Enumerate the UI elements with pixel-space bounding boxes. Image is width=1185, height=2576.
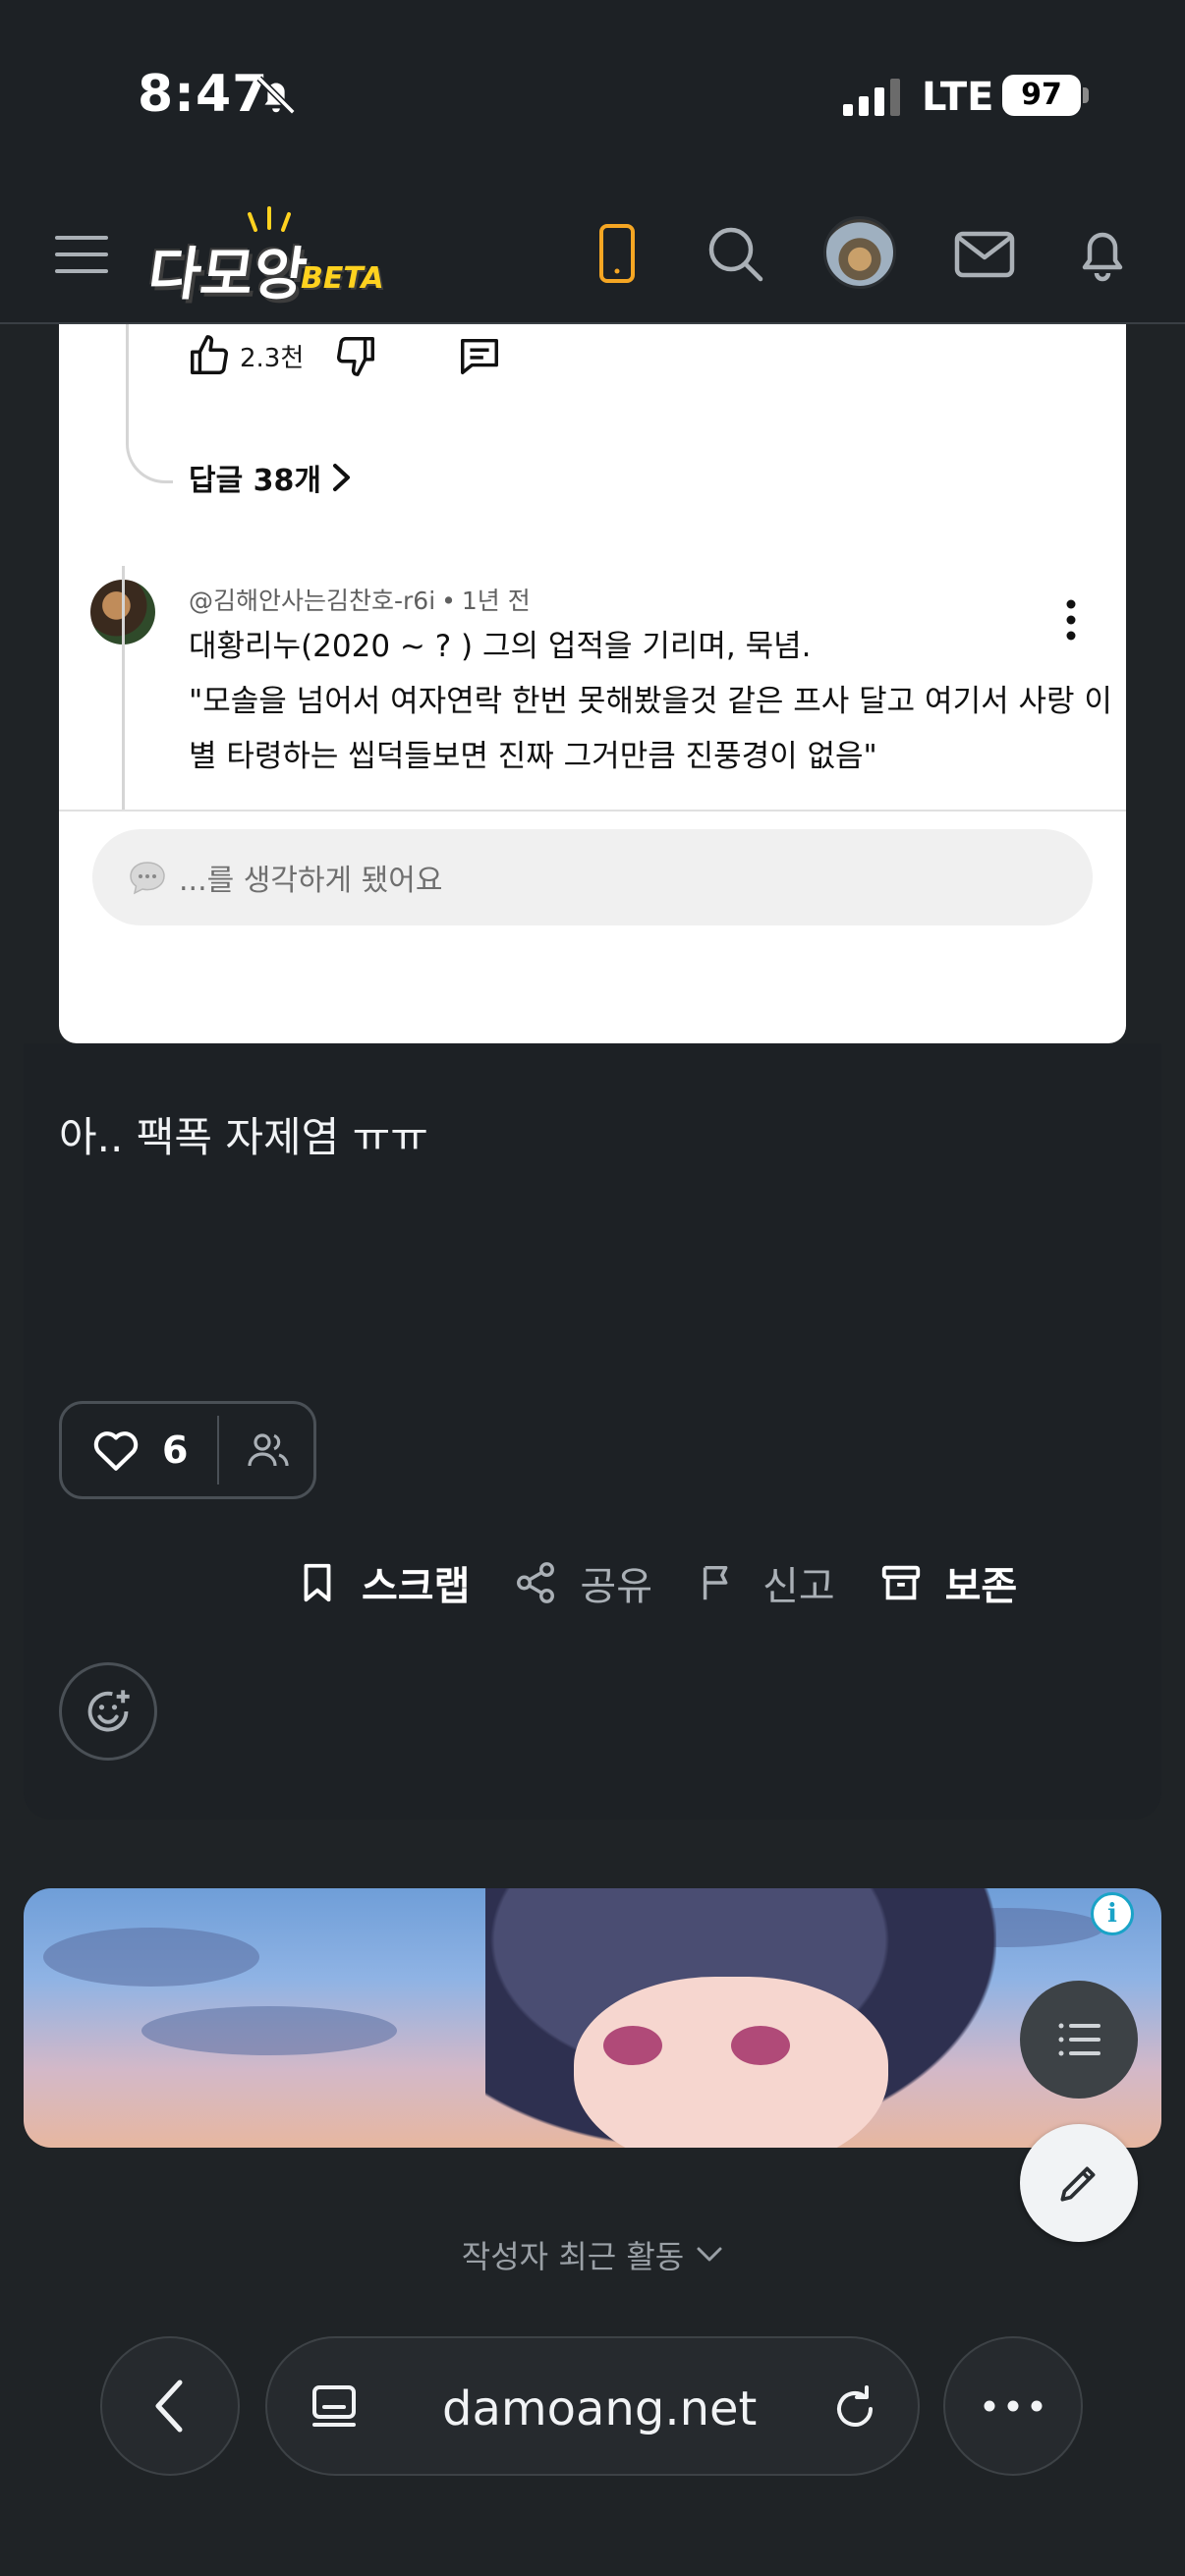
- battery-nub: [1083, 87, 1089, 103]
- share-icon: [517, 1562, 555, 1603]
- ad-cloud: [43, 1928, 259, 1987]
- advertisement-banner[interactable]: [24, 1888, 1161, 2148]
- author-activity-toggle[interactable]: 작성자 최근 활동: [0, 2232, 1185, 2277]
- logo-text: 다모앙: [143, 241, 311, 308]
- search-icon[interactable]: [704, 222, 766, 285]
- heart-icon[interactable]: [91, 1426, 141, 1475]
- scrap-button[interactable]: 스크랩: [295, 1554, 470, 1611]
- more-horizontal-icon: [984, 2400, 1043, 2412]
- embedded-comments-card: 2.3천 답글 38개 @김해안사는김찬호-r6i • 1년 전 대황리누(2020…: [59, 324, 1126, 1043]
- replies-label: 답글 38개: [189, 464, 321, 498]
- flag-icon: [703, 1565, 728, 1600]
- share-label: 공유: [580, 1564, 653, 1609]
- post-body-text: 아.. 팩폭 자제염 ㅠㅠ: [59, 1113, 428, 1161]
- smiley-plus-icon: [87, 1690, 130, 1732]
- chevron-left-icon: [155, 2380, 183, 2433]
- logo-badge: BETA: [301, 261, 384, 296]
- comment-actions: 2.3천: [187, 326, 502, 385]
- network-type: LTE: [922, 75, 994, 120]
- meta-separator: •: [441, 587, 456, 615]
- reply-thread-line: [126, 324, 173, 483]
- page-menu-icon[interactable]: [309, 2381, 364, 2436]
- comment-line: "모솔을 넘어서 여자연락 한번 못해봤을것 같은 프사 달고 여기서 사랑 이…: [189, 684, 1112, 774]
- likers-list-icon[interactable]: [245, 1427, 292, 1474]
- status-bar: 8:47 LTE 97: [0, 0, 1185, 187]
- reload-icon[interactable]: [827, 2381, 882, 2436]
- thumbs-up-icon[interactable]: [187, 333, 232, 378]
- comment-meta: @김해안사는김찬호-r6i • 1년 전: [189, 582, 531, 617]
- mobile-view-icon[interactable]: [586, 222, 649, 285]
- comment-time: 1년 전: [461, 587, 531, 615]
- like-widget: 6: [59, 1401, 316, 1499]
- ad-character-eye: [731, 2026, 790, 2065]
- ad-character-eye: [603, 2026, 662, 2065]
- archive-button[interactable]: 보존: [878, 1554, 1018, 1611]
- comment-input-placeholder: ...를 생각하게 됐어요: [179, 864, 443, 898]
- mail-icon[interactable]: [953, 222, 1016, 285]
- browser-more-button[interactable]: [943, 2336, 1083, 2476]
- post-like-count: 6: [162, 1428, 189, 1472]
- hamburger-menu-icon[interactable]: [55, 232, 108, 277]
- add-reaction-button[interactable]: [59, 1662, 157, 1761]
- bell-slash-icon: [256, 76, 296, 115]
- post-action-bar: 스크랩 공유 신고 보존: [295, 1552, 1100, 1613]
- archive-label: 보존: [944, 1564, 1018, 1609]
- pencil-icon: [1060, 2166, 1096, 2202]
- ad-cloud: [141, 2006, 397, 2055]
- report-button[interactable]: 신고: [696, 1554, 835, 1611]
- comment-input[interactable]: ...를 생각하게 됐어요: [92, 829, 1093, 925]
- chevron-right-icon: [333, 464, 350, 491]
- comment-body: 대황리누(2020 ~ ? ) 그의 업적을 기리며, 묵념. "모솔을 넘어서…: [189, 619, 1112, 784]
- comment-like-count: 2.3천: [240, 343, 305, 373]
- battery-level: 97: [1002, 75, 1081, 116]
- reply-comment-icon[interactable]: [457, 333, 502, 378]
- list-view-button[interactable]: [1020, 1981, 1138, 2099]
- scrap-label: 스크랩: [362, 1564, 471, 1609]
- speech-bubble-icon: [130, 862, 165, 895]
- ad-info-icon[interactable]: i: [1091, 1892, 1134, 1935]
- bookmark-icon: [304, 1563, 331, 1602]
- address-bar[interactable]: damoang.net: [265, 2336, 920, 2476]
- comment-line: 대황리누(2020 ~ ? ) 그의 업적을 기리며, 묵념.: [189, 629, 812, 664]
- write-post-button[interactable]: [1020, 2124, 1138, 2242]
- share-button[interactable]: 공유: [513, 1554, 652, 1611]
- divider: [59, 810, 1126, 812]
- chevron-down-icon: [697, 2247, 722, 2262]
- cellular-signal-icon: [843, 79, 900, 116]
- status-time: 8:47: [138, 65, 269, 124]
- comment-thread-line: [122, 566, 125, 812]
- archive-box-icon: [881, 1565, 920, 1600]
- report-label: 신고: [762, 1564, 835, 1609]
- browser-back-button[interactable]: [100, 2336, 240, 2476]
- view-replies-link[interactable]: 답글 38개: [189, 456, 353, 499]
- url-text: damoang.net: [442, 2381, 758, 2436]
- author-activity-label: 작성자 최근 활동: [461, 2238, 685, 2275]
- list-icon: [1058, 2023, 1100, 2056]
- site-logo[interactable]: 다모앙 BETA: [143, 206, 391, 314]
- thumbs-down-icon[interactable]: [333, 333, 378, 378]
- divider: [217, 1416, 219, 1484]
- more-options-icon[interactable]: [1053, 595, 1089, 644]
- user-avatar[interactable]: [823, 216, 896, 289]
- site-header: 다모앙 BETA: [0, 187, 1185, 324]
- comment-author[interactable]: @김해안사는김찬호-r6i: [189, 587, 435, 615]
- notification-bell-icon[interactable]: [1071, 222, 1134, 285]
